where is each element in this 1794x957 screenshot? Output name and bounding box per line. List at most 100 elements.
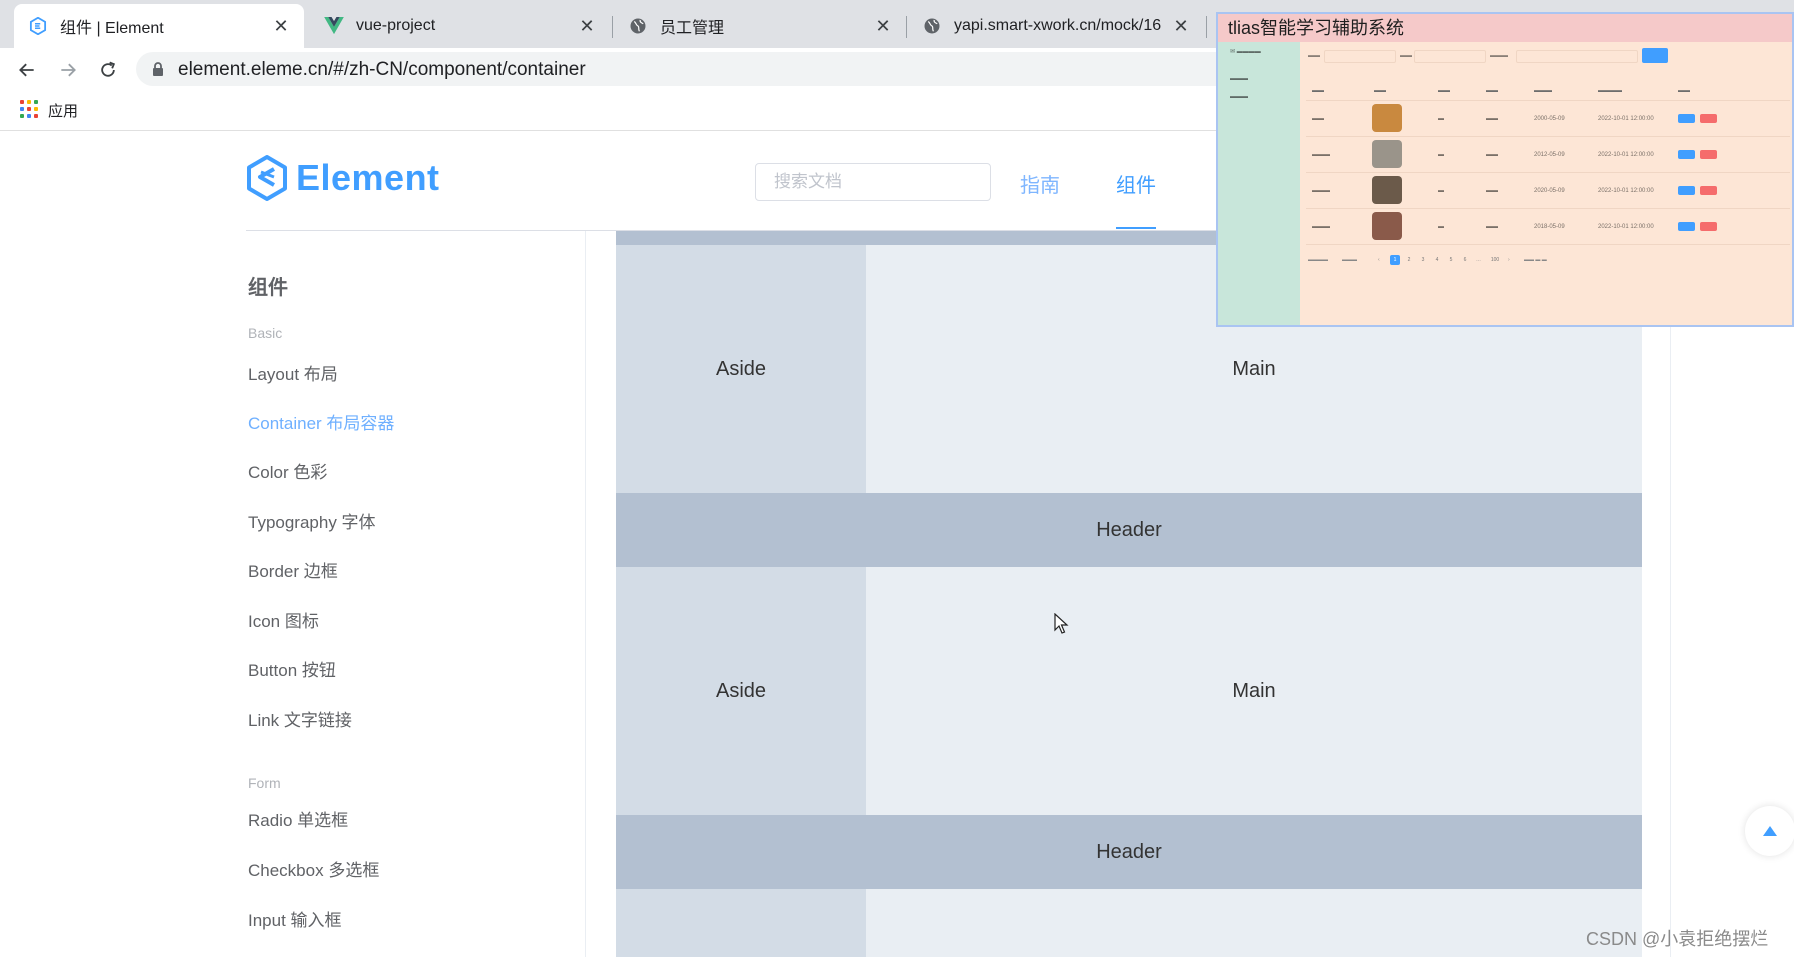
preview-row-divider <box>1306 100 1790 101</box>
demo-main: Main <box>866 567 1642 815</box>
avatar <box>1372 140 1402 168</box>
preview-filter-select[interactable] <box>1414 50 1486 63</box>
apps-grid-icon[interactable] <box>20 100 38 118</box>
preview-edit-button[interactable] <box>1678 150 1695 159</box>
sidebar-item-border[interactable]: Border 边框 <box>248 557 338 582</box>
avatar <box>1372 104 1402 132</box>
forward-arrow-icon[interactable] <box>54 56 82 84</box>
content-right-edge <box>1670 231 1671 957</box>
preview-page-3[interactable]: 3 <box>1418 255 1428 265</box>
back-arrow-icon[interactable] <box>13 56 41 84</box>
preview-col-header: ▬▬ <box>1438 88 1450 94</box>
sidebar-item-container[interactable]: Container 布局容器 <box>248 409 394 434</box>
nav-component-link[interactable]: 组件 <box>1116 169 1156 198</box>
preview-col-header: ▬▬ <box>1486 88 1498 94</box>
tab-yapi-mock[interactable]: yapi.smart-xwork.cn/mock/16 ✕ <box>908 4 1204 48</box>
mouse-pointer-icon <box>1054 613 1069 634</box>
preview-entry-date: 2012-05-09 <box>1534 152 1565 158</box>
element-logo[interactable]: Element <box>246 155 440 201</box>
sidebar-item-typography[interactable]: Typography 字体 <box>248 508 376 533</box>
preview-page-last[interactable]: 100 <box>1488 255 1502 265</box>
preview-row-divider <box>1306 172 1790 173</box>
sidebar-item-button[interactable]: Button 按钮 <box>248 656 336 681</box>
brand-name: Element <box>296 157 440 198</box>
tab-separator <box>1206 16 1207 38</box>
preview-menu-item[interactable]: ▬▬▬ <box>1230 76 1248 82</box>
preview-col-header: ▬▬ <box>1312 88 1324 94</box>
preview-col-header: ▬▬▬▬ <box>1598 88 1622 94</box>
preview-page-6[interactable]: 6 <box>1460 255 1470 265</box>
preview-delete-button[interactable] <box>1700 150 1717 159</box>
preview-menu-item[interactable]: ✉ ▬▬▬▬ <box>1230 48 1261 55</box>
preview-update-time: 2022-10-01 12:00:00 <box>1598 224 1654 230</box>
sidebar-divider <box>585 231 586 957</box>
back-to-top-button[interactable] <box>1745 806 1794 856</box>
preview-filter-input[interactable] <box>1324 50 1396 63</box>
preview-update-time: 2022-10-01 12:00:00 <box>1598 116 1654 122</box>
preview-filter-label: ▬▬ <box>1400 53 1412 59</box>
sidebar-item-layout[interactable]: Layout 布局 <box>248 360 338 385</box>
preview-query-button[interactable] <box>1642 48 1668 63</box>
preview-delete-button[interactable] <box>1700 114 1717 123</box>
csdn-watermark: CSDN @小袁拒绝摆烂 <box>1586 929 1769 949</box>
apps-bookmark-label[interactable]: 应用 <box>48 100 78 121</box>
vue-favicon-icon <box>324 16 344 36</box>
preview-menu-item[interactable]: ▬▬▬ <box>1230 94 1248 100</box>
tab-close-icon[interactable]: ✕ <box>1172 16 1190 37</box>
preview-row-divider <box>1306 244 1790 245</box>
tlias-preview-window[interactable]: tlias智能学习辅助系统 ✉ ▬▬▬▬ ▬▬▬ ▬▬▬ ▬▬ ▬▬ ▬▬▬ ▬… <box>1216 12 1794 327</box>
element-favicon-icon <box>28 16 48 36</box>
element-logo-icon <box>247 155 287 201</box>
sidebar-item-input[interactable]: Input 输入框 <box>248 906 342 931</box>
component-sidebar: 组件 Basic Layout 布局 Container 布局容器 Color … <box>246 231 586 957</box>
tab-close-icon[interactable]: ✕ <box>874 16 892 37</box>
tab-title: 员工管理 <box>660 20 725 37</box>
preview-edit-button[interactable] <box>1678 222 1695 231</box>
preview-col-header: ▬▬ <box>1678 88 1690 94</box>
tab-vue-project[interactable]: vue-project ✕ <box>310 4 610 48</box>
preview-delete-button[interactable] <box>1700 222 1717 231</box>
tab-title: vue-project <box>356 17 436 34</box>
preview-edit-button[interactable] <box>1678 186 1695 195</box>
preview-page-1[interactable]: 1 <box>1390 255 1400 265</box>
sidebar-item-link[interactable]: Link 文字链接 <box>248 706 352 731</box>
preview-window-title: tlias智能学习辅助系统 <box>1218 14 1792 42</box>
caret-up-icon <box>1763 826 1777 836</box>
tab-employee-management[interactable]: 员工管理 ✕ <box>614 4 906 48</box>
demo-aside: Aside <box>616 245 866 493</box>
sidebar-item-checkbox[interactable]: Checkbox 多选框 <box>248 856 379 881</box>
preview-entry-date: 2000-05-09 <box>1534 116 1565 122</box>
url-text: element.eleme.cn/#/zh-CN/component/conta… <box>178 59 586 80</box>
sidebar-item-icon[interactable]: Icon 图标 <box>248 607 319 632</box>
preview-filter-label: ▬▬▬ <box>1490 53 1508 59</box>
sidebar-item-color[interactable]: Color 色彩 <box>248 458 327 483</box>
container-demo: Aside Main Header Aside Main Header <box>616 231 1642 957</box>
tab-separator <box>612 16 613 38</box>
demo-header: Header <box>616 493 1642 567</box>
preview-delete-button[interactable] <box>1700 186 1717 195</box>
sidebar-title: 组件 <box>248 277 288 299</box>
preview-date-range[interactable] <box>1516 50 1638 63</box>
tab-title: 组件 | Element <box>60 20 164 37</box>
preview-entry-date: 2020-05-09 <box>1534 188 1565 194</box>
preview-row-divider <box>1306 136 1790 137</box>
preview-sidebar: ✉ ▬▬▬▬ ▬▬▬ ▬▬▬ <box>1218 42 1300 325</box>
preview-update-time: 2022-10-01 12:00:00 <box>1598 152 1654 158</box>
tab-close-icon[interactable]: ✕ <box>578 16 596 37</box>
sidebar-item-radio[interactable]: Radio 单选框 <box>248 806 348 831</box>
demo-header: Header <box>616 815 1642 889</box>
preview-edit-button[interactable] <box>1678 114 1695 123</box>
preview-update-time: 2022-10-01 12:00:00 <box>1598 188 1654 194</box>
sidebar-group-basic: Basic <box>248 325 283 341</box>
globe-icon <box>922 16 942 36</box>
docs-search-input[interactable] <box>755 163 991 201</box>
nav-guide-link[interactable]: 指南 <box>1020 169 1060 198</box>
preview-page-2[interactable]: 2 <box>1404 255 1414 265</box>
reload-icon[interactable] <box>94 56 122 84</box>
tab-element[interactable]: 组件 | Element ✕ <box>14 4 304 48</box>
preview-page-5[interactable]: 5 <box>1446 255 1456 265</box>
preview-entry-date: 2018-05-09 <box>1534 224 1565 230</box>
avatar <box>1372 212 1402 240</box>
tab-close-icon[interactable]: ✕ <box>272 16 290 37</box>
preview-page-4[interactable]: 4 <box>1432 255 1442 265</box>
